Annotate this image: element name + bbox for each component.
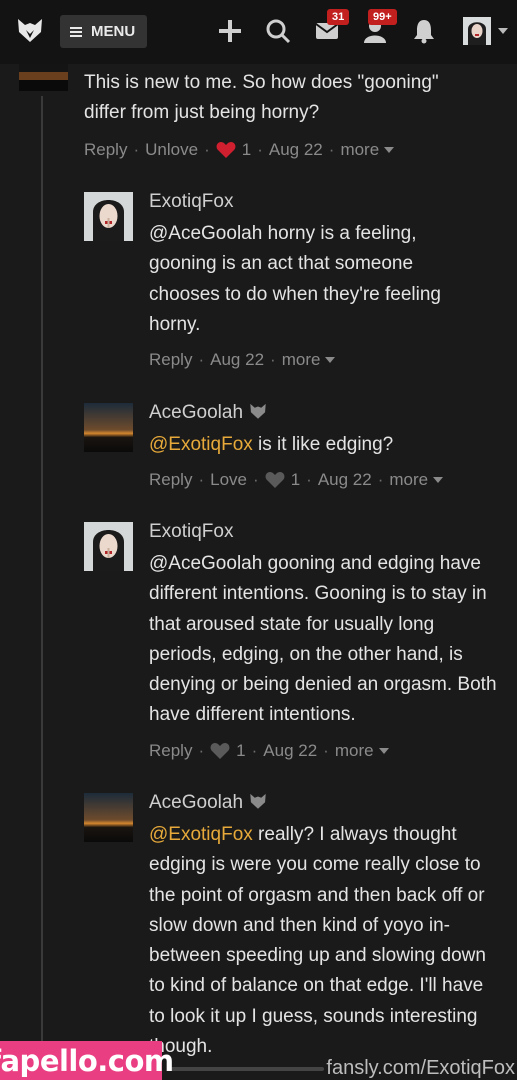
scrollbar[interactable] xyxy=(168,1067,324,1071)
comment-actions: Reply · Unlove · 1 · Aug 22 · more xyxy=(84,140,395,160)
heart-icon[interactable] xyxy=(210,742,230,760)
like-count: 1 xyxy=(290,470,301,489)
comment-actions: Reply · 1 · Aug 22 · more xyxy=(149,741,389,761)
love-link[interactable]: Love xyxy=(210,470,247,490)
chevron-down-icon[interactable] xyxy=(433,477,444,483)
more-menu[interactable]: more xyxy=(282,350,321,370)
comment-text: @AceGoolah horny is a feeling, gooning i… xyxy=(149,219,479,340)
reply-link[interactable]: Reply xyxy=(149,470,192,490)
comment-date: Aug 22 xyxy=(210,350,265,369)
comment-text: @ExotiqFox is it like edging? xyxy=(149,430,479,460)
mention-link[interactable]: @ExotiqFox xyxy=(149,434,253,455)
followers-count-badge: 99+ xyxy=(368,9,397,25)
profile-avatar[interactable] xyxy=(463,17,491,45)
comment-actions: Reply · Aug 22 · more xyxy=(149,350,336,370)
avatar[interactable] xyxy=(84,192,133,241)
heart-icon[interactable] xyxy=(265,471,285,489)
watermark-left: fapello.com xyxy=(0,1041,174,1080)
watermark-right: fansly.com/ExotiqFox xyxy=(326,1057,515,1079)
author-name[interactable]: AceGoolah xyxy=(149,402,243,423)
unlove-link[interactable]: Unlove xyxy=(145,140,198,160)
messages-count-badge: 31 xyxy=(327,9,350,25)
comment-author[interactable]: ExotiqFox xyxy=(149,521,233,543)
comment-text: This is new to me. So how does "gooning"… xyxy=(84,72,439,124)
menu-button-label: MENU xyxy=(91,23,136,40)
like-count: 1 xyxy=(236,741,246,760)
comment-date: Aug 22 xyxy=(268,140,323,159)
top-navigation-bar: MENU 31 99+ xyxy=(0,0,517,64)
comment-author[interactable]: AceGoolah xyxy=(149,792,267,814)
more-menu[interactable]: more xyxy=(335,741,374,761)
bell-icon[interactable] xyxy=(411,18,437,44)
comment-text: @ExotiqFox really? I always thought edgi… xyxy=(149,820,499,1062)
like-count: 1 xyxy=(241,140,252,159)
fansly-logo-icon[interactable] xyxy=(16,16,44,44)
avatar[interactable] xyxy=(84,793,133,842)
comment-author[interactable]: ExotiqFox xyxy=(149,191,233,213)
comment-body: is it like edging? xyxy=(252,434,394,455)
more-menu[interactable]: more xyxy=(340,140,379,160)
fox-badge-icon xyxy=(250,793,266,809)
reply-link[interactable]: Reply xyxy=(149,350,192,370)
chevron-down-icon[interactable] xyxy=(325,357,336,363)
plus-icon[interactable] xyxy=(217,18,243,44)
avatar[interactable] xyxy=(19,64,68,91)
reply-link[interactable]: Reply xyxy=(149,741,192,761)
mention-link[interactable]: @ExotiqFox xyxy=(149,824,253,845)
hamburger-icon xyxy=(70,26,82,37)
comment-actions: Reply · Love · 1 · Aug 22 · more xyxy=(149,470,444,490)
comment-date: Aug 22 xyxy=(317,470,372,489)
author-name[interactable]: AceGoolah xyxy=(149,792,243,813)
chevron-down-icon[interactable] xyxy=(384,147,395,153)
avatar[interactable] xyxy=(84,403,133,452)
menu-button[interactable]: MENU xyxy=(60,15,147,48)
comment-text: @AceGoolah gooning and edging have diffe… xyxy=(149,549,504,731)
thread-line xyxy=(41,96,43,1066)
mention-link[interactable]: @AceGoolah xyxy=(149,223,262,244)
comment-body: really? I always thought edging is were … xyxy=(149,824,486,1058)
search-icon[interactable] xyxy=(265,18,291,44)
comment-date: Aug 22 xyxy=(263,741,318,760)
chevron-down-icon[interactable] xyxy=(378,748,389,754)
avatar[interactable] xyxy=(84,522,133,571)
reply-link[interactable]: Reply xyxy=(84,140,127,160)
heart-filled-icon[interactable] xyxy=(216,141,236,159)
more-menu[interactable]: more xyxy=(389,470,428,490)
comment-body: gooning and edging have different intent… xyxy=(149,553,497,726)
mention-link[interactable]: @AceGoolah xyxy=(149,553,262,574)
fox-badge-icon xyxy=(250,403,266,419)
chevron-down-icon[interactable] xyxy=(498,28,508,34)
comment-author[interactable]: AceGoolah xyxy=(149,402,267,424)
